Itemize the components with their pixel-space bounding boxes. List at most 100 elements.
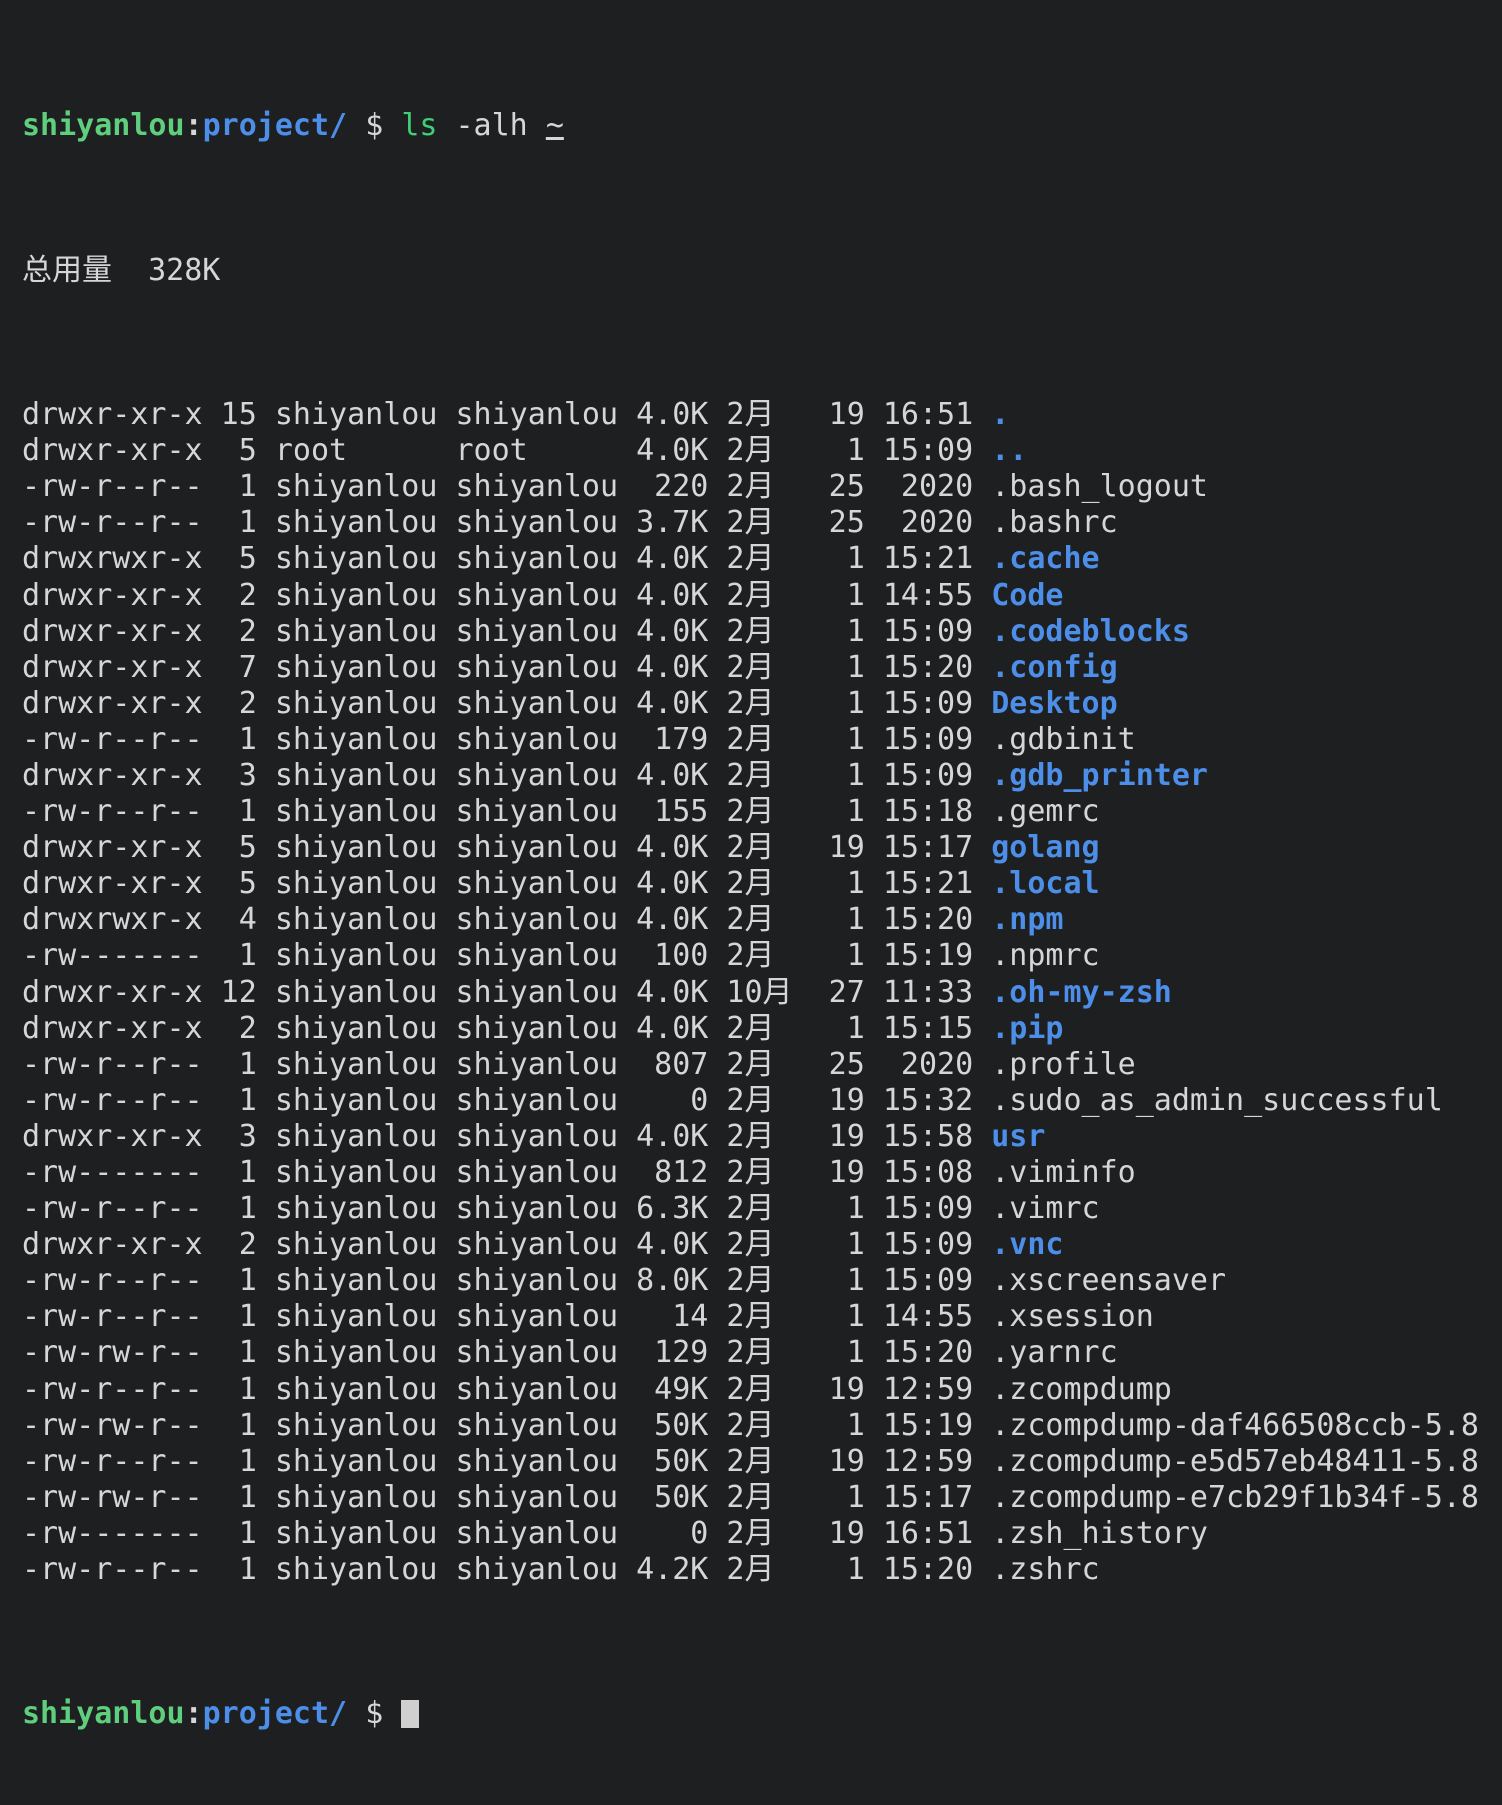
listing-row: drwxr-xr-x 15 shiyanlou shiyanlou 4.0K 2… <box>0 397 1502 433</box>
entry-gap <box>973 578 991 613</box>
entry-time: 15:09 <box>864 721 974 757</box>
entry-permissions: -rw-r--r-- <box>22 1552 203 1588</box>
entry-owner: shiyanlou <box>256 577 438 613</box>
text-cursor[interactable] <box>401 1699 420 1729</box>
entry-name-directory: Desktop <box>991 685 1118 721</box>
entry-name-directory: .gdb_printer <box>991 757 1208 793</box>
listing-row: drwxr-xr-x 5 root root 4.0K 2月 1 15:09 .… <box>0 433 1502 469</box>
entry-name-directory: .config <box>991 649 1118 685</box>
entry-name-directory: . <box>991 397 1010 433</box>
command-name: ls <box>401 108 438 144</box>
entry-month: 2月 <box>708 1263 793 1299</box>
entry-time: 11:33 <box>864 974 974 1010</box>
entry-link-count: 1 <box>202 1299 257 1335</box>
entry-permissions: drwxr-xr-x <box>22 1227 203 1263</box>
entry-time: 2020 <box>864 505 974 541</box>
total-size-line: 总用量 328K <box>22 252 221 288</box>
entry-month: 2月 <box>708 1082 793 1118</box>
entry-name-file: .npmrc <box>991 938 1100 974</box>
entry-size: 4.0K <box>618 685 709 721</box>
entry-permissions: -rw-r--r-- <box>22 1371 203 1407</box>
entry-gap <box>973 1011 991 1046</box>
entry-owner: shiyanlou <box>256 613 438 649</box>
listing-row: -rw-rw-r-- 1 shiyanlou shiyanlou 50K 2月 … <box>0 1408 1502 1444</box>
entry-month: 2月 <box>708 1335 793 1371</box>
entry-time: 15:19 <box>864 1407 974 1443</box>
entry-size: 4.0K <box>618 1010 709 1046</box>
entry-time: 16:51 <box>864 1515 974 1551</box>
entry-group: shiyanlou <box>437 974 619 1010</box>
entry-month: 2月 <box>708 1371 793 1407</box>
entry-size: 4.0K <box>618 866 709 902</box>
entry-permissions: drwxr-xr-x <box>22 649 203 685</box>
listing-row: -rw------- 1 shiyanlou shiyanlou 812 2月 … <box>0 1155 1502 1191</box>
entry-size: 4.2K <box>618 1552 709 1588</box>
entry-link-count: 1 <box>202 1552 257 1588</box>
listing-row: -rw-r--r-- 1 shiyanlou shiyanlou 220 2月 … <box>0 469 1502 505</box>
entry-owner: shiyanlou <box>256 1407 438 1443</box>
entry-name-file: .viminfo <box>991 1155 1136 1190</box>
entry-size: 220 <box>618 469 709 505</box>
entry-month: 2月 <box>708 541 793 577</box>
entry-permissions: drwxr-xr-x <box>22 433 203 469</box>
entry-month: 2月 <box>708 1010 793 1046</box>
entry-gap <box>973 1516 991 1551</box>
entry-month: 2月 <box>708 866 793 902</box>
entry-day: 1 <box>792 721 865 757</box>
entry-permissions: -rw------- <box>22 1515 203 1551</box>
entry-group: shiyanlou <box>437 794 619 830</box>
entry-name-file: .bash_logout <box>991 469 1208 505</box>
entry-gap <box>973 541 991 576</box>
entry-month: 2月 <box>708 433 793 469</box>
entry-owner: shiyanlou <box>256 1299 438 1335</box>
entry-link-count: 1 <box>202 1335 257 1371</box>
entry-group: shiyanlou <box>437 830 619 866</box>
entry-size: 49K <box>618 1371 709 1407</box>
prompt-symbol: $ <box>365 108 384 144</box>
entry-link-count: 1 <box>202 721 257 757</box>
entry-day: 1 <box>792 685 865 721</box>
entry-day: 1 <box>792 1407 865 1443</box>
entry-permissions: drwxr-xr-x <box>22 577 203 613</box>
entry-owner: shiyanlou <box>256 757 438 793</box>
entry-day: 19 <box>792 1155 865 1190</box>
entry-day: 1 <box>792 541 865 577</box>
directory-listing: drwxr-xr-x 15 shiyanlou shiyanlou 4.0K 2… <box>0 397 1502 1588</box>
entry-group: root <box>437 433 619 469</box>
entry-gap <box>973 650 991 685</box>
entry-time: 12:59 <box>864 1371 974 1407</box>
entry-group: shiyanlou <box>437 397 619 433</box>
entry-name-file: .vimrc <box>991 1191 1100 1227</box>
trailing-prompt-user: shiyanlou <box>22 1696 185 1732</box>
entry-permissions: -rw-r--r-- <box>22 1299 203 1335</box>
listing-row: -rw-r--r-- 1 shiyanlou shiyanlou 179 2月 … <box>0 722 1502 758</box>
entry-name-file: .profile <box>991 1046 1136 1082</box>
entry-link-count: 2 <box>202 685 257 721</box>
terminal-output-pane[interactable]: shiyanlou:project/ $ ls -alh ~ 总用量 328K … <box>0 0 1502 1731</box>
listing-row: -rw-r--r-- 1 shiyanlou shiyanlou 155 2月 … <box>0 794 1502 830</box>
entry-month: 2月 <box>708 1515 793 1551</box>
listing-row: -rw-r--r-- 1 shiyanlou shiyanlou 8.0K 2月… <box>0 1263 1502 1299</box>
listing-row: -rw-r--r-- 1 shiyanlou shiyanlou 3.7K 2月… <box>0 505 1502 541</box>
entry-month: 2月 <box>708 397 793 433</box>
listing-row: -rw------- 1 shiyanlou shiyanlou 0 2月 19… <box>0 1516 1502 1552</box>
entry-permissions: drwxr-xr-x <box>22 1010 203 1046</box>
entry-gap <box>973 1444 991 1479</box>
entry-owner: shiyanlou <box>256 794 438 830</box>
entry-gap <box>973 902 991 937</box>
entry-name-file: .xsession <box>991 1299 1154 1335</box>
entry-month: 2月 <box>708 938 793 974</box>
entry-owner: shiyanlou <box>256 830 438 866</box>
entry-link-count: 1 <box>202 1263 257 1299</box>
entry-time: 16:51 <box>864 397 974 433</box>
listing-row: -rw-rw-r-- 1 shiyanlou shiyanlou 129 2月 … <box>0 1335 1502 1371</box>
entry-time: 2020 <box>864 469 974 505</box>
entry-name-file: .zcompdump-e7cb29f1b34f-5.8 <box>991 1479 1479 1515</box>
entry-name-directory: .local <box>991 866 1100 902</box>
entry-month: 2月 <box>708 757 793 793</box>
entry-group: shiyanlou <box>437 1010 619 1046</box>
entry-link-count: 1 <box>202 1515 257 1551</box>
entry-group: shiyanlou <box>437 577 619 613</box>
entry-group: shiyanlou <box>437 866 619 902</box>
entry-gap <box>973 1047 991 1082</box>
